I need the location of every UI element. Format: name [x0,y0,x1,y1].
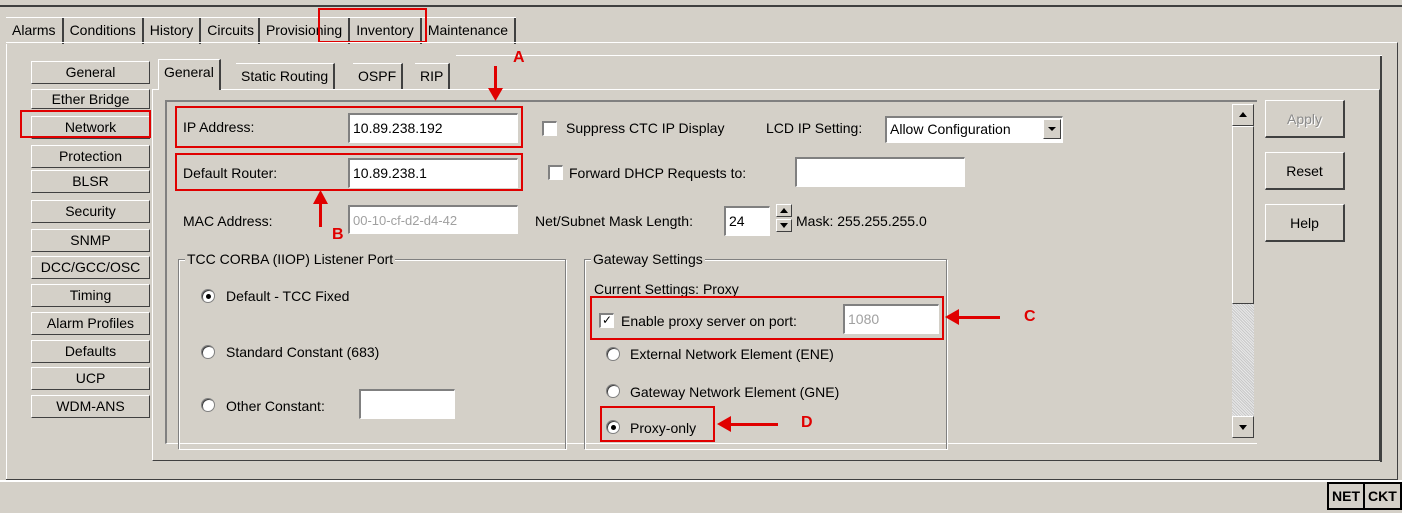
nav-general[interactable]: General [31,61,150,84]
default-router-label: Default Router: [183,165,278,181]
help-button[interactable]: Help [1265,204,1345,242]
gateway-proxy-only-label: Proxy-only [630,420,697,436]
gateway-gne-radio[interactable] [606,384,620,398]
nav-blsr[interactable]: BLSR [31,170,150,193]
gateway-ene-label: External Network Element (ENE) [630,346,834,362]
ip-address-label: IP Address: [183,119,255,135]
window-top-border [0,5,1402,7]
nav-dcc-gcc-osc[interactable]: DCC/GCC/OSC [31,256,150,279]
nav-alarm-profiles[interactable]: Alarm Profiles [31,312,150,335]
nav-snmp[interactable]: SNMP [31,229,150,252]
mask-text: Mask: 255.255.255.0 [796,213,927,229]
arrow-b-head [313,190,328,204]
nav-network[interactable]: Network [31,116,150,139]
gateway-proxy-only-radio[interactable] [606,420,620,434]
tab-provisioning[interactable]: Provisioning [259,18,351,44]
lcd-ip-setting-label: LCD IP Setting: [766,120,863,136]
arrow-d-head [717,416,731,432]
tab-ospf[interactable]: OSPF [353,63,404,89]
corba-standard-radio[interactable] [201,345,215,359]
corba-group-title: TCC CORBA (IIOP) Listener Port [185,251,396,267]
annotation-b: B [332,226,344,243]
nav-timing[interactable]: Timing [31,284,150,307]
arrow-b-shaft [319,203,322,227]
vertical-scrollbar[interactable] [1232,104,1254,438]
corba-other-label: Other Constant: [226,398,325,414]
forward-dhcp-checkbox[interactable] [548,165,563,180]
spinner-down-icon[interactable] [776,219,792,232]
ip-address-input[interactable]: 10.89.238.192 [348,113,518,143]
tab-inventory[interactable]: Inventory [350,18,422,44]
tab-maintenance[interactable]: Maintenance [421,18,516,44]
spinner-up-icon[interactable] [776,204,792,217]
arrow-d-shaft [730,423,778,426]
default-router-input[interactable]: 10.89.238.1 [348,158,518,188]
tab-alarms[interactable]: Alarms [6,18,64,44]
gateway-current-settings: Current Settings: Proxy [594,281,739,297]
apply-button[interactable]: Apply [1265,100,1345,138]
tab-circuits[interactable]: Circuits [201,18,260,44]
reset-button[interactable]: Reset [1265,152,1345,190]
arrow-c-shaft [958,316,1000,319]
enable-proxy-label: Enable proxy server on port: [621,313,797,329]
tab-static-routing[interactable]: Static Routing [236,63,336,89]
scroll-thumb[interactable] [1232,126,1254,304]
proxy-port-input[interactable]: 1080 [843,304,939,334]
nav-wdm-ans[interactable]: WDM-ANS [31,395,150,418]
suppress-ctc-checkbox[interactable] [542,121,557,136]
tab-conditions[interactable]: Conditions [63,18,144,44]
annotation-c: C [1024,308,1036,325]
net-mask-input[interactable]: 24 [724,206,770,236]
corba-default-label: Default - TCC Fixed [226,288,350,304]
corba-other-radio[interactable] [201,398,215,412]
annotation-d: D [801,414,813,431]
outer-top-line [456,55,1382,56]
bottom-divider [0,480,1402,482]
top-tab-bar: Alarms Conditions History Circuits Provi… [6,17,516,44]
suppress-ctc-label: Suppress CTC IP Display [566,120,725,136]
enable-proxy-checkbox[interactable]: ✓ [599,313,614,328]
corba-standard-label: Standard Constant (683) [226,344,380,360]
tab-history[interactable]: History [143,18,202,44]
mac-address-label: MAC Address: [183,213,273,229]
annotation-a: A [513,49,525,66]
tab-rip[interactable]: RIP [415,63,451,89]
tab-general[interactable]: General [158,59,221,90]
net-indicator[interactable]: NET [1327,482,1365,510]
lcd-ip-setting-value: Allow Configuration [890,121,1011,137]
forward-dhcp-label: Forward DHCP Requests to: [569,165,747,181]
nav-defaults[interactable]: Defaults [31,340,150,363]
gateway-ene-radio[interactable] [606,347,620,361]
lcd-ip-setting-select[interactable]: Allow Configuration [885,116,1063,143]
net-mask-label: Net/Subnet Mask Length: [535,213,693,229]
nav-protection[interactable]: Protection [31,145,150,168]
nav-ucp[interactable]: UCP [31,367,150,390]
forward-dhcp-input[interactable] [795,157,965,187]
outer-right-column [1380,56,1382,462]
scroll-down-icon[interactable] [1232,416,1254,438]
ckt-indicator[interactable]: CKT [1363,482,1402,510]
corba-other-input[interactable] [359,389,455,419]
chevron-down-icon[interactable] [1043,119,1061,139]
nav-security[interactable]: Security [31,200,150,223]
mac-address-input: 00-10-cf-d2-d4-42 [348,205,518,234]
gateway-group-title: Gateway Settings [591,251,705,267]
gateway-gne-label: Gateway Network Element (GNE) [630,384,840,400]
arrow-a-head [488,88,503,101]
arrow-c-head [945,309,959,325]
nav-ether-bridge[interactable]: Ether Bridge [31,89,150,109]
corba-default-radio[interactable] [201,289,215,303]
scroll-up-icon[interactable] [1232,104,1254,126]
